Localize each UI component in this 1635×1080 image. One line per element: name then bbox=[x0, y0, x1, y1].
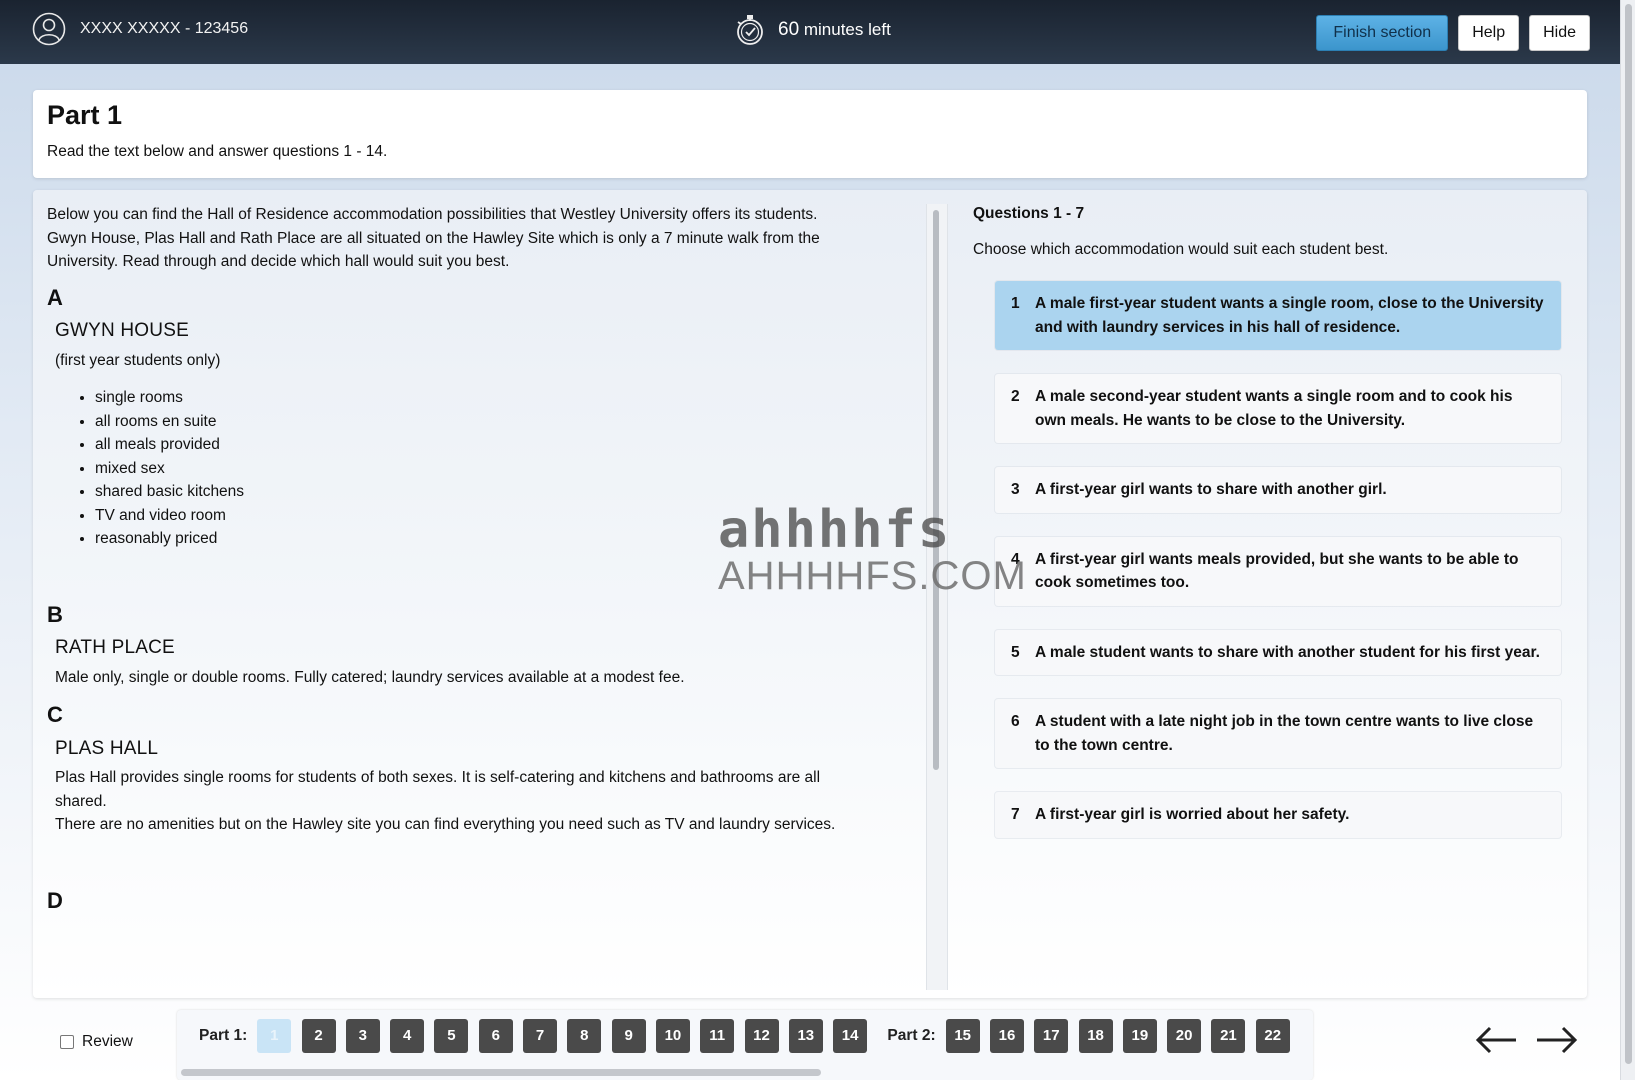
nav-question-1[interactable]: 1 bbox=[257, 1019, 292, 1053]
question-text: A first-year girl is worried about her s… bbox=[1035, 806, 1350, 823]
list-item: single rooms bbox=[95, 386, 901, 410]
nav-question-4[interactable]: 4 bbox=[390, 1019, 425, 1053]
nav-question-15[interactable]: 15 bbox=[945, 1019, 980, 1053]
question-item-6[interactable]: 6 A student with a late night job in the… bbox=[995, 699, 1561, 768]
question-text: A male student wants to share with anoth… bbox=[1035, 643, 1540, 661]
nav-question-12[interactable]: 12 bbox=[744, 1019, 779, 1053]
question-number: 4 bbox=[1011, 550, 1020, 568]
nav-question-18[interactable]: 18 bbox=[1078, 1019, 1113, 1053]
list-item: all meals provided bbox=[95, 433, 901, 457]
list-item: shared basic kitchens bbox=[95, 480, 901, 504]
hall-name-rath: RATH PLACE bbox=[55, 637, 175, 658]
review-toggle[interactable]: Review bbox=[60, 1033, 133, 1051]
reading-passage[interactable]: Below you can find the Hall of Residence… bbox=[33, 190, 915, 998]
plas-amenities: There are no amenities but on the Hawley… bbox=[55, 816, 836, 833]
part-header: Part 1 Read the text below and answer qu… bbox=[33, 90, 1587, 178]
nav-question-16[interactable]: 16 bbox=[989, 1019, 1024, 1053]
review-checkbox[interactable] bbox=[60, 1035, 74, 1049]
question-text: A first-year girl wants to share with an… bbox=[1035, 481, 1387, 498]
section-letter-c: C bbox=[47, 702, 63, 727]
top-buttons: Finish section Help Hide bbox=[1316, 15, 1590, 51]
page-scroll-thumb[interactable] bbox=[1625, 4, 1632, 1064]
timer-value: 60 bbox=[778, 19, 800, 40]
gwyn-features-list: single rooms all rooms en suite all meal… bbox=[95, 386, 901, 551]
nav-question-8[interactable]: 8 bbox=[567, 1019, 602, 1053]
previous-arrow-icon[interactable] bbox=[1472, 1022, 1520, 1058]
nav-question-2[interactable]: 2 bbox=[301, 1019, 336, 1053]
nav-question-19[interactable]: 19 bbox=[1122, 1019, 1157, 1053]
questions-instruction: Choose which accommodation would suit ea… bbox=[973, 241, 1389, 258]
user-icon bbox=[32, 12, 66, 46]
hall-name-gwyn: GWYN HOUSE bbox=[55, 320, 189, 341]
question-navigation: Part 1: 1 2 3 4 5 6 7 8 9 10 11 12 13 14… bbox=[177, 1010, 1313, 1080]
pane-scroll-thumb[interactable] bbox=[933, 210, 939, 770]
nav-question-13[interactable]: 13 bbox=[788, 1019, 823, 1053]
main-panel: Below you can find the Hall of Residence… bbox=[33, 190, 1587, 998]
question-number: 2 bbox=[1011, 388, 1020, 405]
candidate-name: XXXX XXXXX - 123456 bbox=[80, 20, 249, 37]
timer-text: 60 minutes left bbox=[778, 19, 891, 41]
question-item-4[interactable]: 4 A first-year girl wants meals provided… bbox=[995, 536, 1561, 606]
next-arrow-icon[interactable] bbox=[1533, 1022, 1581, 1058]
question-item-3[interactable]: 3 A first-year girl wants to share with … bbox=[995, 467, 1561, 513]
question-list: 1 A male first-year student wants a sing… bbox=[995, 281, 1561, 838]
nav-question-17[interactable]: 17 bbox=[1034, 1019, 1069, 1053]
nav-question-7[interactable]: 7 bbox=[523, 1019, 558, 1053]
question-item-7[interactable]: 7 A first-year girl is worried about her… bbox=[995, 792, 1561, 838]
question-text: A student with a late night job in the t… bbox=[1035, 713, 1534, 754]
question-number: 6 bbox=[1011, 713, 1020, 730]
help-button[interactable]: Help bbox=[1458, 15, 1520, 51]
hall-name-plas: PLAS HALL bbox=[55, 737, 159, 759]
part-title: Part 1 bbox=[47, 100, 123, 130]
plas-description: Plas Hall provides single rooms for stud… bbox=[55, 769, 821, 810]
nav-question-22[interactable]: 22 bbox=[1255, 1019, 1290, 1053]
nav-question-9[interactable]: 9 bbox=[611, 1019, 646, 1053]
nav-question-11[interactable]: 11 bbox=[700, 1019, 735, 1053]
nav-question-10[interactable]: 10 bbox=[655, 1019, 690, 1053]
nav-question-21[interactable]: 21 bbox=[1211, 1019, 1246, 1053]
part2-nav-label: Part 2: bbox=[887, 1027, 936, 1044]
nav-question-20[interactable]: 20 bbox=[1167, 1019, 1202, 1053]
question-nav-buttons: Part 1: 1 2 3 4 5 6 7 8 9 10 11 12 13 14… bbox=[199, 1019, 1300, 1053]
part1-nav-label: Part 1: bbox=[199, 1027, 248, 1044]
nav-question-5[interactable]: 5 bbox=[434, 1019, 469, 1053]
hide-button[interactable]: Hide bbox=[1529, 15, 1590, 51]
part-instruction: Read the text below and answer questions… bbox=[47, 143, 388, 160]
question-number: 1 bbox=[1011, 295, 1020, 312]
nav-scroll-thumb[interactable] bbox=[181, 1069, 821, 1076]
section-letter-d: D bbox=[47, 887, 63, 913]
timer-suffix: minutes left bbox=[799, 20, 891, 39]
review-label: Review bbox=[82, 1033, 133, 1050]
nav-question-3[interactable]: 3 bbox=[345, 1019, 380, 1053]
questions-pane: Questions 1 - 7 Choose which accommodati… bbox=[963, 190, 1583, 998]
question-item-5[interactable]: 5 A male student wants to share with ano… bbox=[995, 629, 1561, 675]
rath-description: Male only, single or double rooms. Fully… bbox=[55, 668, 685, 686]
page-scrollbar[interactable] bbox=[1620, 0, 1635, 1080]
question-number: 3 bbox=[1011, 481, 1020, 498]
finish-section-button[interactable]: Finish section bbox=[1316, 15, 1449, 51]
nav-question-14[interactable]: 14 bbox=[833, 1019, 868, 1053]
question-text: A male first-year student wants a single… bbox=[1035, 295, 1544, 336]
question-number: 7 bbox=[1011, 806, 1020, 823]
question-text: A first-year girl wants meals provided, … bbox=[1035, 550, 1519, 592]
user-info: XXXX XXXXX - 123456 bbox=[32, 12, 248, 46]
question-item-2[interactable]: 2 A male second-year student wants a sin… bbox=[995, 374, 1561, 443]
list-item: reasonably priced bbox=[95, 527, 901, 551]
list-item: all rooms en suite bbox=[95, 410, 901, 434]
list-item: mixed sex bbox=[95, 457, 901, 481]
questions-title: Questions 1 - 7 bbox=[973, 205, 1085, 222]
list-item: TV and video room bbox=[95, 504, 901, 528]
timer: 60 minutes left bbox=[732, 12, 891, 48]
nav-question-6[interactable]: 6 bbox=[478, 1019, 513, 1053]
top-bar: XXXX XXXXX - 123456 60 minutes left Fini… bbox=[0, 0, 1620, 64]
section-letter-b: B bbox=[47, 601, 63, 627]
question-item-1[interactable]: 1 A male first-year student wants a sing… bbox=[995, 281, 1561, 350]
pane-scrollbar[interactable] bbox=[926, 204, 948, 990]
stopwatch-icon bbox=[737, 15, 763, 45]
passage-intro: Below you can find the Hall of Residence… bbox=[47, 206, 820, 270]
question-number: 5 bbox=[1011, 643, 1020, 661]
hall-subtitle-gwyn: (first year students only) bbox=[55, 351, 221, 369]
section-letter-a: A bbox=[47, 284, 63, 310]
question-text: A male second-year student wants a singl… bbox=[1035, 388, 1513, 429]
